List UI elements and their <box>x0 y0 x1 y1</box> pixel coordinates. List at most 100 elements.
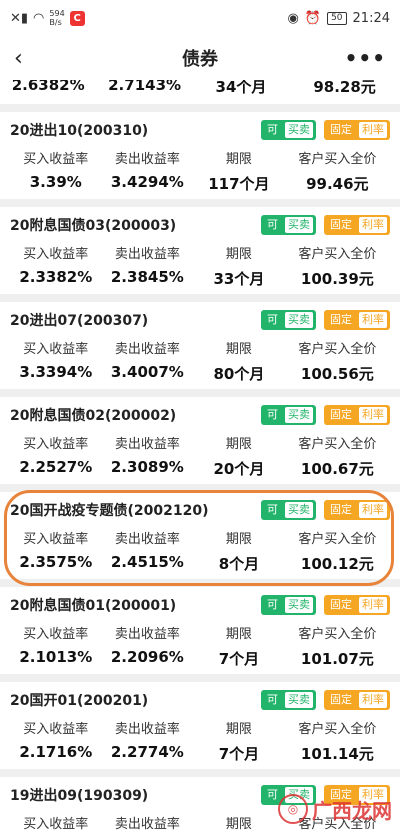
price-value: 100.39元 <box>300 270 374 288</box>
watermark-logo-icon: ◎ <box>278 794 308 824</box>
nav-bar: ‹ 债券 ••• <box>0 36 400 80</box>
tag-can-label: 可 <box>267 123 278 136</box>
tag-fixed-label: 固定 <box>330 408 352 421</box>
sell-yield-label: 卖出收益率 <box>114 152 180 167</box>
bond-list[interactable]: 2.6382% 2.7143% 34个月 98.28元 20进出10(20031… <box>0 80 400 830</box>
tag-trade-label: 买卖 <box>285 122 313 138</box>
bond-card[interactable]: 20附息国债01(200001) 可买卖 固定 利率 买入收益率 卖出收益率 期限… <box>0 587 400 674</box>
term-value: 34个月 <box>215 80 267 96</box>
tag-can-label: 可 <box>267 408 278 421</box>
bond-card[interactable]: 20附息国债02(200002) 可买卖 固定 利率 买入收益率 卖出收益率 期限… <box>0 397 400 484</box>
tag-can-label: 可 <box>267 218 278 231</box>
buy-yield-value: 2.3575% <box>19 553 93 571</box>
sell-yield-value: 3.4294% <box>110 173 184 191</box>
net-speed-unit: B/s <box>49 18 62 27</box>
sell-yield-value: 2.3089% <box>110 458 184 476</box>
tradable-tag: 可买卖 <box>261 595 316 615</box>
term-value: 80个月 <box>213 365 265 383</box>
tag-fixed-label: 固定 <box>330 693 352 706</box>
fixed-rate-tag: 固定 利率 <box>324 120 390 140</box>
tradable-tag: 可买卖 <box>261 310 316 330</box>
price-value: 100.56元 <box>300 365 374 383</box>
tag-rate-label: 利率 <box>359 122 387 138</box>
bond-name: 20附息国债02(200002) <box>10 408 177 424</box>
tag-can-label: 可 <box>267 693 278 706</box>
net-speed: 594 B/s <box>49 9 64 27</box>
sell-yield-value: 2.4515% <box>110 553 184 571</box>
alarm-icon: ⏰ <box>304 10 322 26</box>
bond-name: 20国开战疫专题债(2002120) <box>10 503 209 519</box>
sell-yield-label: 卖出收益率 <box>114 342 180 357</box>
tag-trade-label: 买卖 <box>285 502 313 518</box>
fixed-rate-tag: 固定 利率 <box>324 215 390 235</box>
price-value: 101.14元 <box>300 745 374 763</box>
buy-yield-value: 3.3394% <box>19 363 93 381</box>
bond-name: 20附息国债01(200001) <box>10 598 177 614</box>
sell-yield-label: 卖出收益率 <box>114 817 180 830</box>
app-badge-icon: C <box>69 10 85 26</box>
buy-yield-label: 买入收益率 <box>23 342 89 357</box>
bond-name: 20进出07(200307) <box>10 313 149 329</box>
buy-yield-label: 买入收益率 <box>23 627 89 642</box>
term-label: 期限 <box>225 342 252 357</box>
bond-card[interactable]: 20进出07(200307) 可买卖 固定 利率 买入收益率 卖出收益率 期限 客… <box>0 302 400 389</box>
tag-trade-label: 买卖 <box>285 217 313 233</box>
tag-rate-label: 利率 <box>359 312 387 328</box>
term-label: 期限 <box>225 627 252 642</box>
buy-yield-label: 买入收益率 <box>23 247 89 262</box>
buy-yield-value: 2.1013% <box>19 648 93 666</box>
buy-yield-value: 2.6382% <box>11 80 85 94</box>
page-title: 债券 <box>182 49 218 70</box>
term-label: 期限 <box>225 817 252 830</box>
term-value: 33个月 <box>213 270 265 288</box>
buy-yield-value: 3.39% <box>29 173 82 191</box>
price-label: 客户买入全价 <box>298 722 377 737</box>
watermark-text: 广西龙网 <box>312 798 392 823</box>
status-bar: ✕▮ ◠ 594 B/s C ◉ ⏰ 50 21:24 <box>0 0 400 36</box>
price-value: 100.12元 <box>300 555 374 573</box>
fixed-rate-tag: 固定 利率 <box>324 500 390 520</box>
price-value: 98.28元 <box>313 80 376 96</box>
more-options-icon[interactable]: ••• <box>345 46 386 70</box>
status-time: 21:24 <box>352 10 390 26</box>
tag-rate-label: 利率 <box>359 692 387 708</box>
partial-bond-row[interactable]: 2.6382% 2.7143% 34个月 98.28元 <box>0 80 400 104</box>
price-label: 客户买入全价 <box>298 247 377 262</box>
fixed-rate-tag: 固定 利率 <box>324 310 390 330</box>
bond-card[interactable]: 20国开战疫专题债(2002120) 可买卖 固定 利率 买入收益率 卖出收益率 … <box>0 492 400 579</box>
net-speed-value: 594 <box>49 9 65 18</box>
buy-yield-label: 买入收益率 <box>23 437 89 452</box>
price-value: 99.46元 <box>306 175 369 193</box>
bond-card[interactable]: 20附息国债03(200003) 可买卖 固定 利率 买入收益率 卖出收益率 期限… <box>0 207 400 294</box>
buy-yield-value: 2.3382% <box>19 268 93 286</box>
bond-name: 20进出10(200310) <box>10 123 149 139</box>
sell-yield-label: 卖出收益率 <box>114 627 180 642</box>
bond-name: 20附息国债03(200003) <box>10 218 177 234</box>
bond-card[interactable]: 20进出10(200310) 可买卖 固定 利率 买入收益率 卖出收益率 期限 客… <box>0 112 400 199</box>
price-label: 客户买入全价 <box>298 342 377 357</box>
buy-yield-value: 2.1716% <box>19 743 93 761</box>
price-label: 客户买入全价 <box>298 152 377 167</box>
sell-yield-value: 2.3845% <box>110 268 184 286</box>
sell-yield-value: 2.7143% <box>108 80 182 94</box>
back-icon[interactable]: ‹ <box>14 46 23 71</box>
tag-fixed-label: 固定 <box>330 313 352 326</box>
term-label: 期限 <box>225 437 252 452</box>
tag-can-label: 可 <box>267 313 278 326</box>
sell-yield-value: 3.4007% <box>110 363 184 381</box>
bond-card[interactable]: 20国开01(200201) 可买卖 固定 利率 买入收益率 卖出收益率 期限 客… <box>0 682 400 769</box>
buy-yield-value: 2.2527% <box>19 458 93 476</box>
tag-fixed-label: 固定 <box>330 503 352 516</box>
tag-fixed-label: 固定 <box>330 123 352 136</box>
term-value: 7个月 <box>218 745 260 763</box>
signal-icon: ✕▮ <box>10 10 29 26</box>
tag-rate-label: 利率 <box>359 407 387 423</box>
tag-fixed-label: 固定 <box>330 598 352 611</box>
tradable-tag: 可买卖 <box>261 690 316 710</box>
tag-fixed-label: 固定 <box>330 218 352 231</box>
price-label: 客户买入全价 <box>298 532 377 547</box>
status-left: ✕▮ ◠ 594 B/s C <box>10 9 85 27</box>
price-label: 客户买入全价 <box>298 627 377 642</box>
buy-yield-label: 买入收益率 <box>23 532 89 547</box>
tag-can-label: 可 <box>267 598 278 611</box>
